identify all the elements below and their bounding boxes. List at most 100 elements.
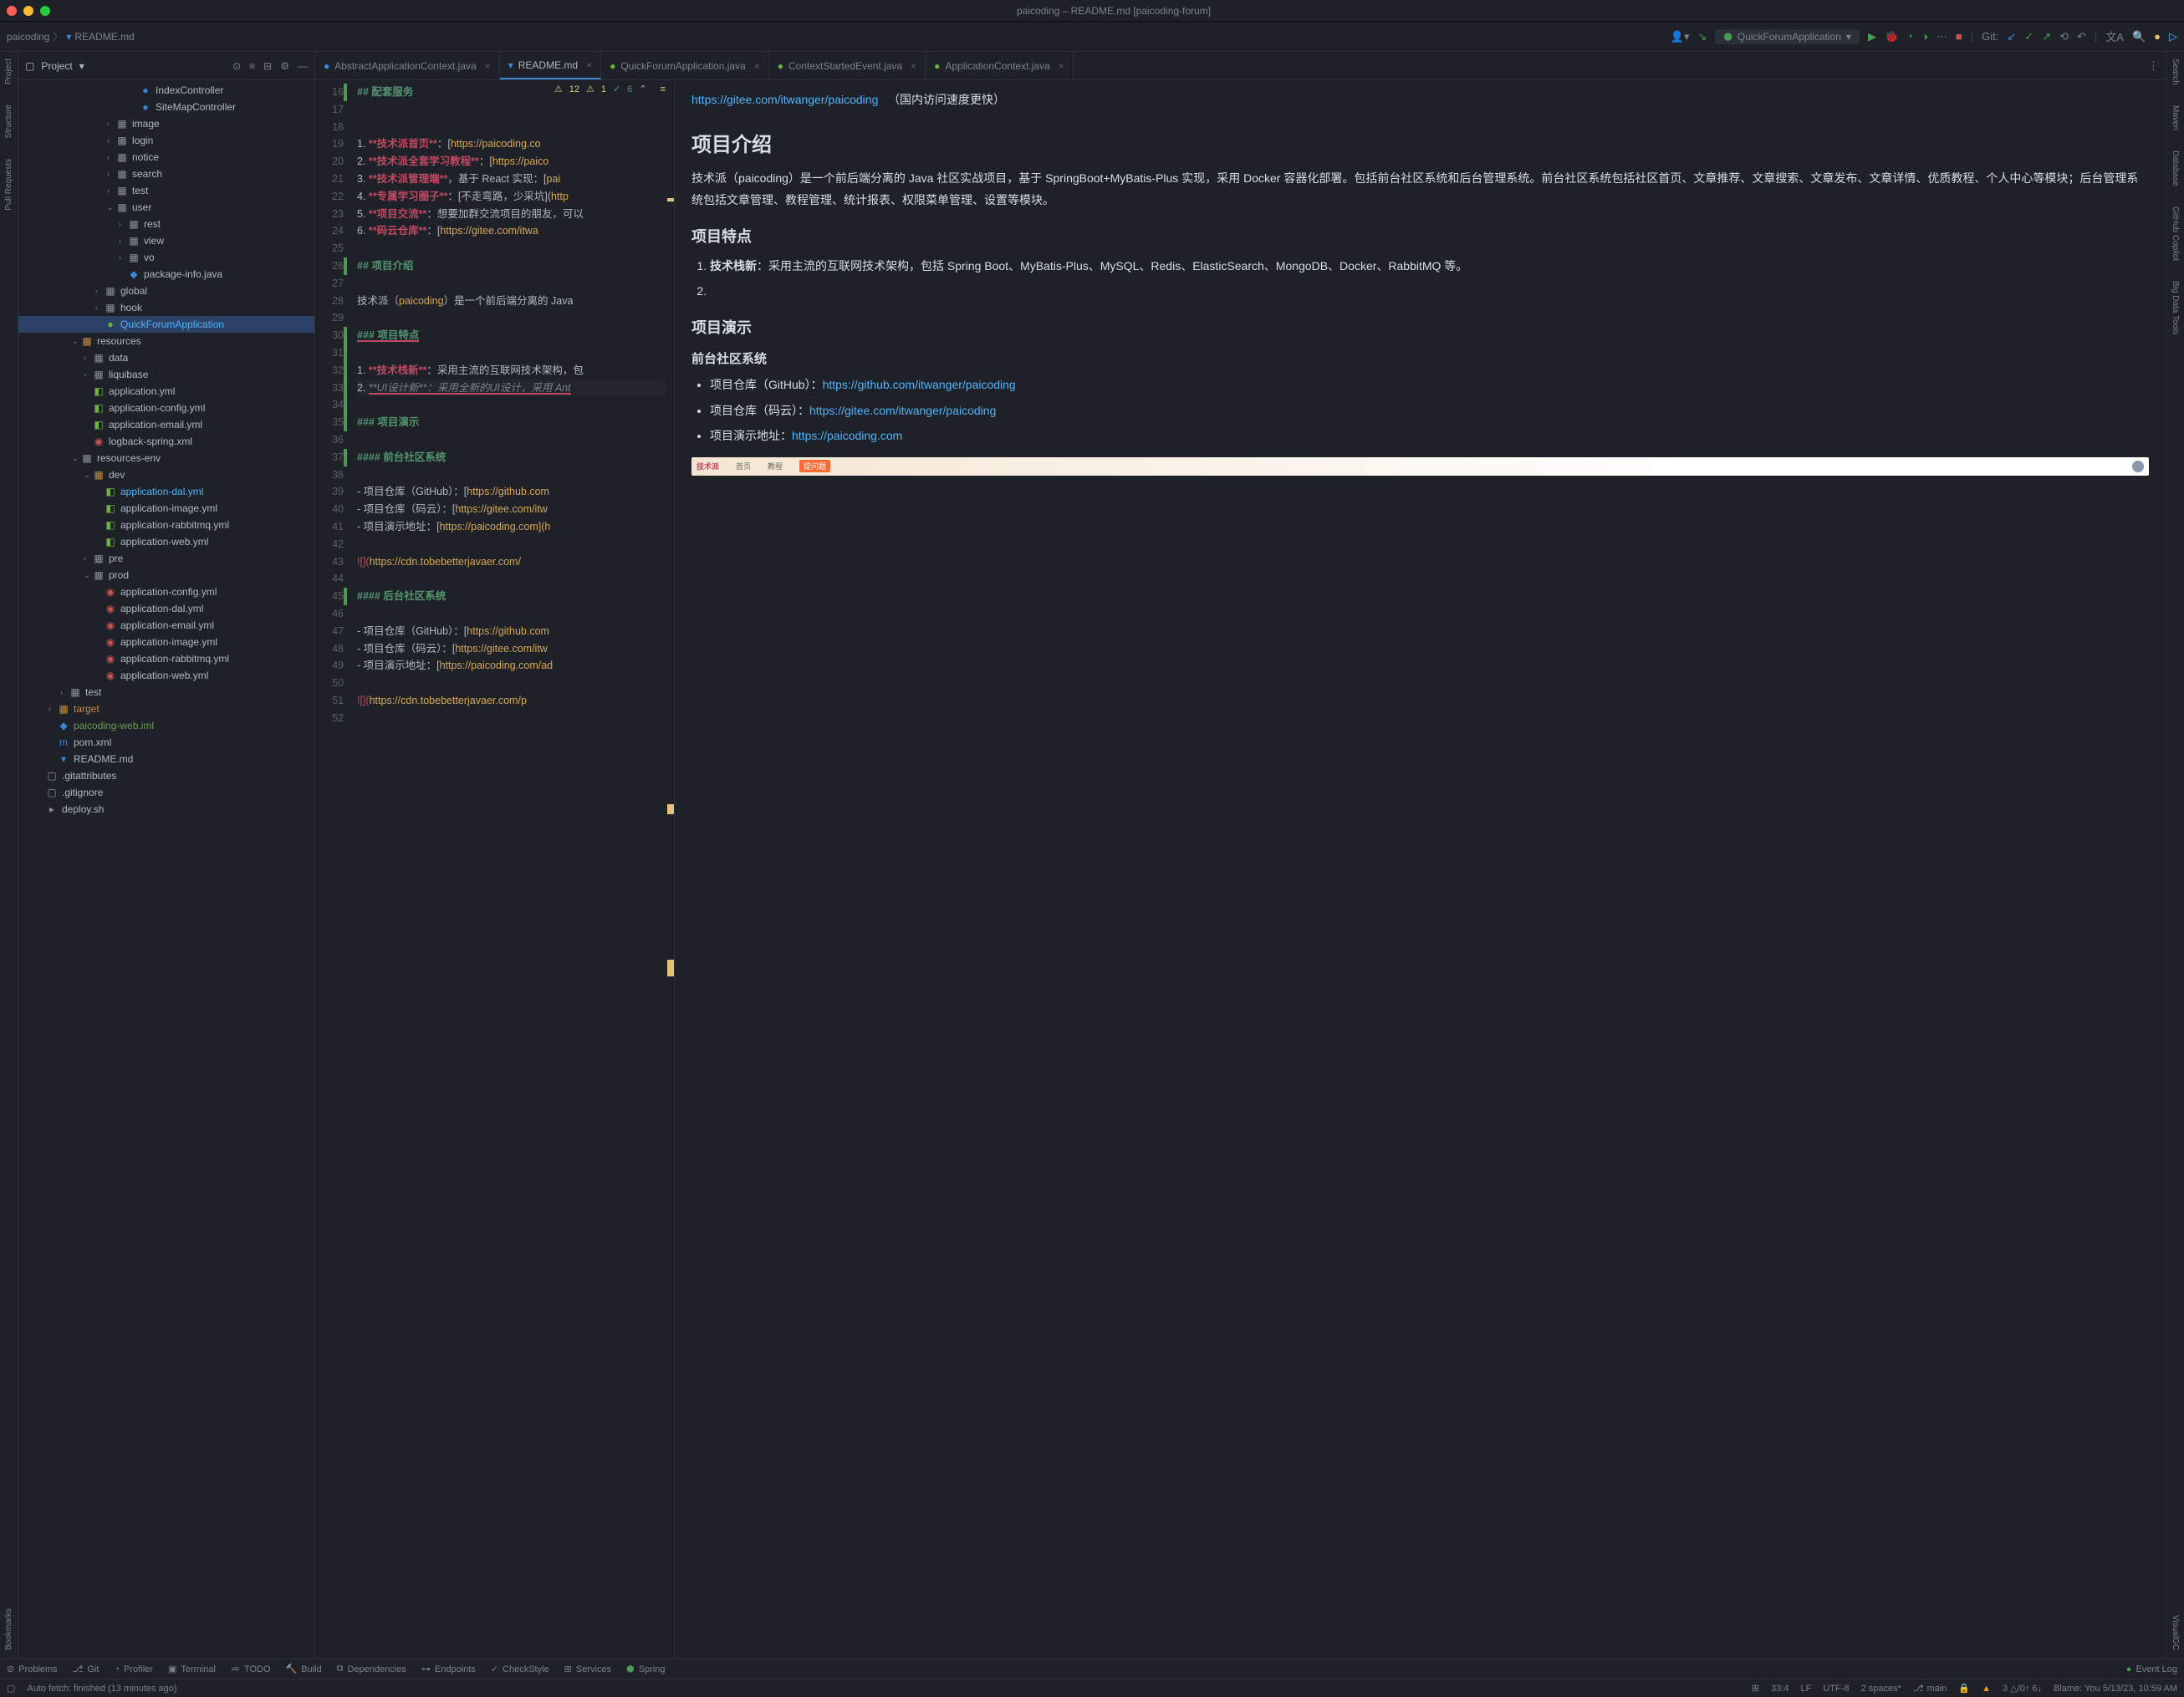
tree-row[interactable]: ›▦target [18,701,314,717]
project-tree[interactable]: ●IndexController●SiteMapController›▦imag… [18,80,314,1659]
code-line[interactable]: 4. **专属学习圈子**：[不走弯路，少采坑](http [357,188,674,206]
git-update-icon[interactable]: ↙ [2007,30,2016,43]
git-branch-widget[interactable]: ⎇ main [1913,1683,1947,1694]
tree-arrow-icon[interactable]: ⌄ [84,571,92,580]
gutter-line-number[interactable]: 16 [315,84,344,101]
code-line[interactable] [357,240,674,257]
minimize-window-button[interactable] [23,6,33,16]
gutter-line-number[interactable]: 22 [315,188,344,206]
github-link[interactable]: https://github.com/itwanger/paicoding [823,378,1016,391]
tool-git[interactable]: ⎇Git [73,1664,100,1674]
gutter-line-number[interactable]: 51▭ [315,692,344,710]
aws-icon[interactable]: ▲ [1982,1684,1991,1694]
editor-tab[interactable]: ▾README.md× [500,52,601,79]
code-line[interactable]: ### 项目演示 [357,414,674,431]
gutter-line-number[interactable]: 49 [315,657,344,675]
gutter-line-number[interactable]: 38 [315,466,344,484]
tabs-more-icon[interactable]: ⋮ [2141,52,2166,79]
gutter-line-number[interactable]: 32 [315,362,344,380]
tree-row[interactable]: ›▦login [18,132,314,149]
tree-arrow-icon[interactable]: ⌄ [84,471,92,480]
profile-icon[interactable]: ◑ [1921,30,1928,43]
git-commit-icon[interactable]: ✓ [2024,30,2033,43]
code-line[interactable] [357,710,674,727]
code-line[interactable]: 2. **UI设计新**：采用全新的UI设计，采用 Ant [357,380,674,397]
gutter-line-number[interactable]: 24 [315,222,344,240]
code-line[interactable] [357,275,674,293]
translate-icon[interactable]: 文A [2105,28,2124,44]
status-window-icon[interactable]: ▢ [7,1683,15,1694]
code-line[interactable]: 2. **技术派全套学习教程**：[https://paico [357,153,674,171]
rail-project[interactable]: Project [4,59,13,84]
close-window-button[interactable] [7,6,17,16]
search-icon[interactable]: 🔍 [2132,30,2146,43]
tree-row[interactable]: ›▦global [18,283,314,299]
code-line[interactable]: #### 后台社区系统 [357,588,674,605]
tree-arrow-icon[interactable]: › [60,688,69,696]
code-line[interactable] [357,309,674,327]
tree-row[interactable]: ›▦hook [18,299,314,316]
tree-row[interactable]: ◉application-email.yml [18,617,314,634]
code-with-me-icon[interactable]: ▷ [2169,30,2177,43]
tree-row[interactable]: ›▦rest [18,216,314,232]
tree-row[interactable]: ›▦search [18,166,314,182]
tree-row[interactable]: ▾README.md [18,751,314,767]
tree-row[interactable]: ›▦notice [18,149,314,166]
gutter-line-number[interactable]: 31 [315,344,344,362]
tree-row[interactable]: ●IndexController [18,82,314,99]
tree-row[interactable]: ●QuickForumApplication [18,316,314,333]
tree-row[interactable]: ◧application-image.yml [18,500,314,517]
gitee-link[interactable]: https://gitee.com/itwanger/paicoding [809,404,996,417]
gutter-line-number[interactable]: 36 [315,431,344,449]
tree-row[interactable]: ▢.gitignore [18,784,314,801]
tool-problems[interactable]: ⊘Problems [7,1664,58,1674]
rail-copilot[interactable]: GitHub Copilot [2171,206,2180,261]
tree-row[interactable]: ⌄▦resources [18,333,314,349]
code-body[interactable]: 1617181920212223242526272829303132333435… [315,80,674,1659]
tree-arrow-icon[interactable]: › [48,705,57,713]
tree-arrow-icon[interactable]: › [84,370,92,379]
error-stripe[interactable] [666,105,674,1659]
tree-row[interactable]: ◉application-image.yml [18,634,314,650]
tree-row[interactable]: ›▦view [18,232,314,249]
code-line[interactable] [357,570,674,588]
tool-event-log[interactable]: ●Event Log [2126,1664,2177,1674]
tree-row[interactable]: ›▦pre [18,550,314,567]
gutter-line-number[interactable]: 44 [315,570,344,588]
gutter-line-number[interactable]: 18 [315,119,344,136]
tree-row[interactable]: ›▦image [18,115,314,132]
tree-row[interactable]: ●SiteMapController [18,99,314,115]
code-line[interactable]: ## 项目介绍 [357,257,674,275]
tool-dependencies[interactable]: ⧉Dependencies [337,1664,406,1674]
tree-arrow-icon[interactable]: › [119,253,127,262]
tree-row[interactable]: ⌄▦resources-env [18,450,314,466]
settings-icon[interactable]: ⚙ [280,60,289,72]
dropdown-icon[interactable]: ▾ [79,60,84,72]
git-history-icon[interactable]: ⟲ [2059,30,2069,43]
code-line[interactable]: - 项目演示地址：[https://paicoding.com/ad [357,657,674,675]
tree-arrow-icon[interactable]: › [84,554,92,563]
select-opened-file-icon[interactable]: ⊙ [232,60,241,72]
tool-terminal[interactable]: ▣Terminal [168,1664,216,1674]
demo-link[interactable]: https://paicoding.com [792,429,902,442]
code-line[interactable]: #### 前台社区系统 [357,449,674,466]
tree-row[interactable]: ◉application-web.yml [18,667,314,684]
more-run-icon[interactable]: ⋯ [1937,30,1947,43]
tree-row[interactable]: ›▦test [18,684,314,701]
status-cursor[interactable]: 33:4 [1771,1684,1789,1694]
gutter-line-number[interactable]: 35 [315,414,344,431]
gutter-line-number[interactable]: 28 [315,293,344,310]
code-line[interactable]: 5. **项目交流**：想要加群交流项目的朋友，可以 [357,206,674,223]
breadcrumb[interactable]: paicoding 〉 ▾ README.md [7,29,135,43]
collapse-all-icon[interactable]: ⊟ [263,60,272,72]
hide-icon[interactable]: — [298,60,308,72]
tree-row[interactable]: ◆package-info.java [18,266,314,283]
tree-row[interactable]: ◉application-config.yml [18,584,314,600]
rail-structure[interactable]: Structure [4,104,13,139]
tree-arrow-icon[interactable]: › [107,153,115,161]
tree-row[interactable]: ◆paicoding-web.iml [18,717,314,734]
git-push-icon[interactable]: ↗ [2042,30,2051,43]
code-line[interactable] [357,101,674,119]
gutter-line-number[interactable]: 50 [315,675,344,692]
tree-arrow-icon[interactable]: ⌄ [72,454,80,463]
